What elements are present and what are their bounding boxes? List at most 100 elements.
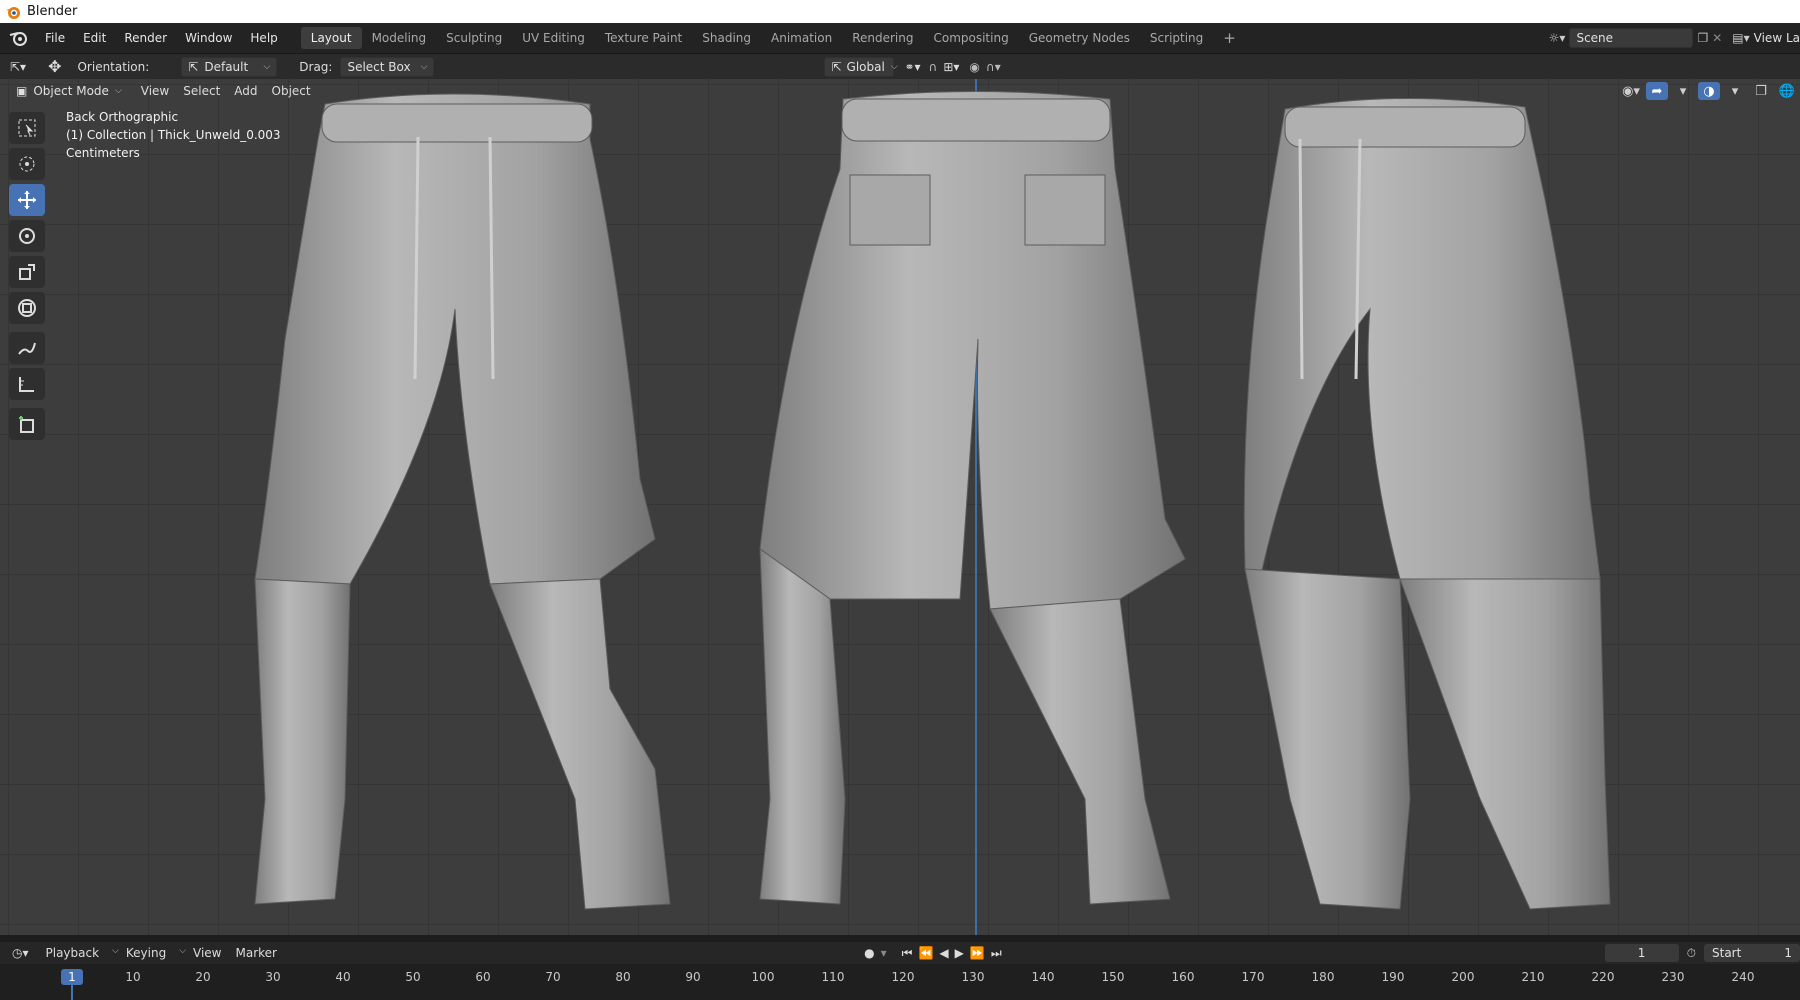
menu-edit[interactable]: Edit — [74, 31, 115, 45]
add-workspace-button[interactable]: + — [1213, 27, 1246, 49]
viewport-menu-object[interactable]: Object — [265, 84, 318, 98]
timeline-ruler[interactable]: 1 10 20 30 40 50 60 70 80 90 100 110 120 130 140 150 16… — [0, 964, 1800, 1000]
timeline-tick: 150 — [1101, 970, 1125, 984]
visibility-icon[interactable]: ◉▾ — [1620, 82, 1642, 100]
tool-settings-icon[interactable]: ⇱▾ — [10, 60, 26, 74]
pants-mesh-render — [254, 91, 1611, 910]
editor-type-icon[interactable]: ◷▾ — [12, 946, 29, 960]
global-orientation-icon: ⇱ — [831, 59, 842, 74]
menu-render[interactable]: Render — [115, 31, 176, 45]
delete-scene-icon[interactable]: ✕ — [1712, 31, 1722, 45]
timeline-menu-marker[interactable]: Marker — [229, 946, 284, 960]
next-keyframe-icon[interactable]: ⏩ — [970, 946, 985, 960]
start-frame-field[interactable]: Start 1 — [1704, 944, 1800, 962]
tab-uv-editing[interactable]: UV Editing — [512, 27, 595, 49]
cursor-tool-button[interactable] — [9, 148, 45, 180]
proportional-edit-icon[interactable]: ◉ — [969, 60, 979, 74]
playhead-frame[interactable]: 1 — [61, 969, 83, 985]
chevron-down-icon[interactable]: ▾ — [1672, 82, 1694, 100]
move-tool-button[interactable] — [9, 184, 45, 216]
falloff-icon[interactable]: ∩▾ — [986, 60, 1001, 74]
chevron-down-icon: ⌵ — [112, 946, 119, 956]
timeline-tick: 40 — [335, 970, 351, 984]
viewport-header: ▣ Object Mode ⌵ View Select Add Object — [0, 79, 1800, 103]
drag-dropdown[interactable]: Select Box ⌵ — [340, 56, 435, 77]
transform-gizmo-icon[interactable]: ✥ — [48, 57, 61, 76]
orientation-value: Default — [204, 59, 249, 74]
jump-end-icon[interactable]: ⏭ — [991, 946, 1002, 961]
blender-menu-icon[interactable] — [8, 29, 30, 47]
pants-front-view — [254, 93, 671, 910]
viewport-menu-add[interactable]: Add — [227, 84, 264, 98]
tab-compositing[interactable]: Compositing — [923, 27, 1018, 49]
wireframe-shading-icon[interactable]: 🌐 — [1776, 82, 1798, 100]
transform-tool-button[interactable] — [9, 292, 45, 324]
orientation-dropdown[interactable]: ⇱ Default ⌵ — [181, 56, 278, 77]
menu-window[interactable]: Window — [176, 31, 241, 45]
3d-viewport[interactable] — [0, 79, 1800, 935]
overlays-icon[interactable]: ◑ — [1698, 82, 1720, 100]
add-cube-tool-button[interactable] — [9, 408, 45, 440]
view-layer-icon[interactable]: ▤▾ — [1732, 31, 1749, 45]
scene-icon[interactable]: ☼▾ — [1549, 31, 1566, 45]
record-icon[interactable]: ● — [864, 946, 874, 960]
viewport-menu-view[interactable]: View — [134, 84, 176, 98]
chevron-down-icon[interactable]: ▾ — [1724, 82, 1746, 100]
timeline-menu-playback[interactable]: Playback — [39, 946, 107, 960]
rotate-tool-button[interactable] — [9, 220, 45, 252]
menu-help[interactable]: Help — [241, 31, 286, 45]
transform-orientation-value: Global — [846, 59, 885, 74]
viewport-menu-select[interactable]: Select — [176, 84, 227, 98]
snap-target-icon[interactable]: ⊞▾ — [943, 60, 959, 74]
gizmo-icon[interactable]: ➦ — [1646, 82, 1668, 100]
tab-scripting[interactable]: Scripting — [1140, 27, 1213, 49]
timeline-tick: 30 — [265, 970, 281, 984]
mode-dropdown[interactable]: ▣ Object Mode ⌵ — [10, 82, 128, 100]
new-scene-icon[interactable]: ❐ — [1697, 31, 1708, 45]
cursor-icon — [19, 156, 35, 172]
prev-keyframe-icon[interactable]: ⏪ — [918, 946, 933, 960]
playhead-line — [71, 985, 73, 1000]
jump-start-icon[interactable]: ⏮ — [902, 946, 913, 961]
chevron-down-icon[interactable]: ▾ — [881, 946, 887, 960]
tab-sculpting[interactable]: Sculpting — [436, 27, 512, 49]
annotate-tool-button[interactable] — [9, 332, 45, 364]
stopwatch-icon[interactable]: ⏱ — [1687, 946, 1696, 961]
snap-icon[interactable]: ∩ — [929, 60, 938, 74]
transform-orientation-dropdown[interactable]: ⇱ Global ⌵ — [824, 56, 898, 77]
tab-layout[interactable]: Layout — [300, 27, 362, 49]
timeline-menu-keying[interactable]: Keying — [119, 946, 173, 960]
menu-file[interactable]: File — [36, 31, 74, 45]
tab-texture-paint[interactable]: Texture Paint — [595, 27, 692, 49]
select-box-tool-button[interactable] — [9, 112, 45, 144]
tab-shading[interactable]: Shading — [692, 27, 761, 49]
timeline-menu-view[interactable]: View — [186, 946, 228, 960]
timeline-tick: 60 — [475, 970, 491, 984]
scene-selector[interactable]: Scene — [1569, 28, 1694, 48]
view-layer-name[interactable]: View La — [1754, 31, 1800, 45]
view-name: Back Orthographic — [66, 110, 179, 124]
timeline-tick: 200 — [1451, 970, 1475, 984]
annotate-icon — [18, 342, 36, 355]
timeline-tick: 80 — [615, 970, 631, 984]
tool-shelf — [9, 112, 47, 444]
timeline-tick: 140 — [1031, 970, 1055, 984]
timeline-tick: 130 — [961, 970, 985, 984]
tab-modeling[interactable]: Modeling — [362, 27, 437, 49]
timeline-menu-wrap[interactable]: Playback ⌵ — [39, 946, 119, 960]
timeline-tick: 190 — [1381, 970, 1405, 984]
pivot-point-icon[interactable]: ⚭▾ — [904, 60, 920, 74]
tab-animation[interactable]: Animation — [761, 27, 842, 49]
play-icon[interactable]: ▶ — [955, 946, 964, 960]
current-frame-field[interactable]: 1 — [1604, 944, 1679, 962]
tab-rendering[interactable]: Rendering — [842, 27, 923, 49]
timeline-tick: 160 — [1171, 970, 1195, 984]
xray-icon[interactable]: ❐ — [1750, 82, 1772, 100]
play-reverse-icon[interactable]: ◀ — [939, 946, 948, 960]
scale-tool-button[interactable] — [9, 256, 45, 288]
orientation-icon: ⇱ — [188, 59, 199, 74]
collection-info: (1) Collection | Thick_Unweld_0.003 — [66, 128, 281, 142]
measure-tool-button[interactable] — [9, 368, 45, 400]
tab-geometry-nodes[interactable]: Geometry Nodes — [1019, 27, 1140, 49]
timeline-menu-wrap[interactable]: Keying ⌵ — [119, 946, 186, 960]
